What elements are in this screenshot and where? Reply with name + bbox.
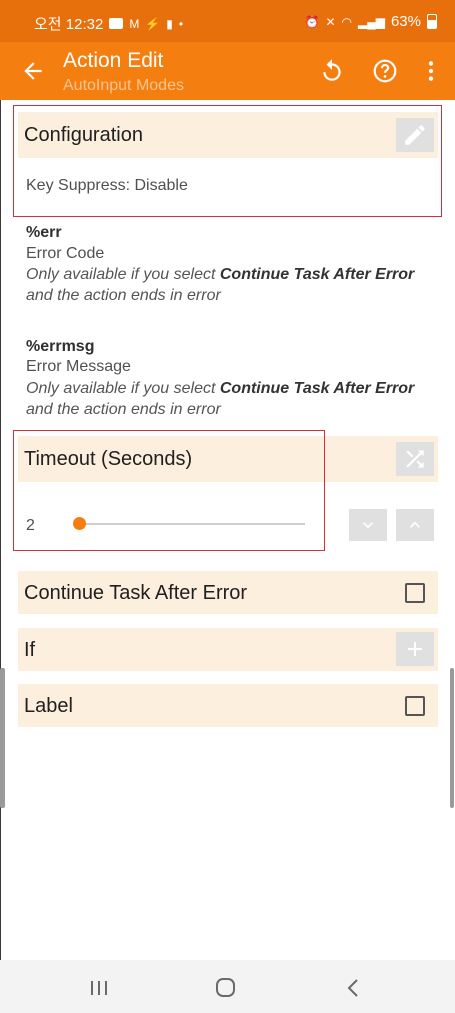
status-time: 오전 12:32 (34, 16, 104, 33)
continue-after-error-label: Continue Task After Error (24, 582, 248, 604)
battery-icon (427, 14, 437, 29)
output-var-note: Only available if you select Continue Ta… (26, 380, 415, 418)
continue-after-error-checkbox[interactable] (405, 583, 425, 603)
scroll-edge-indicator (0, 668, 5, 808)
chevron-up-icon (410, 521, 420, 528)
help-icon[interactable] (372, 58, 398, 84)
window-edge (0, 0, 1, 1013)
scroll-edge-indicator (450, 668, 454, 808)
reset-icon[interactable] (319, 58, 345, 84)
alarm-icon: ⏰ (304, 14, 320, 29)
status-bar: 오전 12:32 M ⚡ ▮ • ⏰ ✕ ◠ ▂▄▆ 63% (0, 0, 455, 42)
if-row: If (18, 628, 438, 671)
back-icon[interactable] (339, 976, 369, 1000)
mail-icon: M (129, 16, 140, 31)
timeout-increment-button[interactable] (396, 509, 434, 541)
continue-after-error-row[interactable]: Continue Task After Error (18, 571, 438, 614)
battery-percent: 63% (390, 13, 421, 30)
output-var-name: %err (26, 224, 62, 241)
label-label: Label (24, 695, 73, 717)
signal-icon: ▂▄▆ (358, 14, 385, 29)
output-var-name: %errmsg (26, 338, 95, 355)
if-label: If (24, 639, 36, 661)
label-checkbox[interactable] (405, 696, 425, 716)
page-title: Action Edit (63, 49, 164, 72)
shuffle-icon (406, 450, 424, 468)
output-var-label: Error Message (26, 358, 131, 375)
chevron-down-icon (363, 522, 373, 529)
app-toolbar: Action Edit AutoInput Modes (0, 42, 455, 100)
output-var-note: Only available if you select Continue Ta… (26, 266, 415, 304)
home-icon[interactable] (211, 976, 241, 1000)
timeout-variable-button[interactable] (396, 442, 434, 476)
add-condition-button[interactable] (396, 632, 434, 666)
plus-icon (408, 642, 422, 656)
highlight-box-timeout (13, 430, 325, 551)
timeout-decrement-button[interactable] (349, 509, 387, 541)
output-var-label: Error Code (26, 245, 105, 262)
dot-icon: • (178, 16, 184, 31)
notification-badge-icon (109, 18, 124, 29)
back-arrow-icon[interactable] (20, 58, 46, 84)
label-row[interactable]: Label (18, 684, 438, 727)
app-notification-icon: ▮ (166, 16, 173, 31)
system-navigation-bar (0, 960, 455, 1013)
highlight-box-configuration (13, 105, 442, 217)
more-vert-icon[interactable] (418, 58, 444, 84)
recent-apps-icon[interactable] (84, 976, 114, 1000)
bolt-icon: ⚡ (145, 16, 161, 31)
wifi-icon: ◠ (341, 14, 352, 29)
page-subtitle: AutoInput Modes (63, 77, 184, 94)
mute-icon: ✕ (325, 14, 336, 29)
